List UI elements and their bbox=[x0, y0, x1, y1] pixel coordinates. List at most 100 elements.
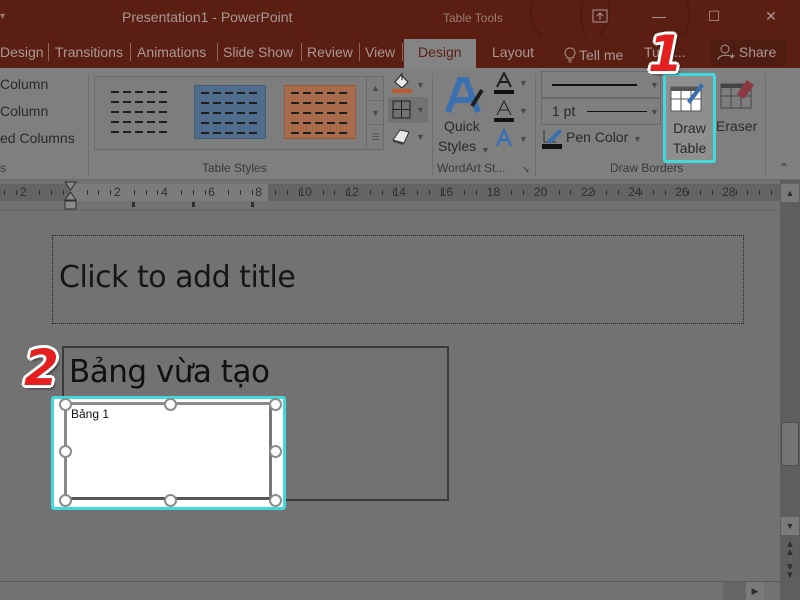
tab-separator bbox=[359, 43, 360, 61]
table-style-none[interactable] bbox=[105, 85, 177, 139]
ruler-label: 20 bbox=[533, 185, 548, 199]
eraser-icon bbox=[720, 80, 754, 109]
scroll-right-button[interactable]: ▶ bbox=[746, 582, 764, 600]
table-cell-text[interactable]: Bảng 1 bbox=[71, 407, 109, 421]
gallery-scroll-up-button[interactable]: ▲ bbox=[367, 76, 384, 101]
tab-stop-marker[interactable] bbox=[251, 202, 254, 207]
table-style-medium-accent2[interactable] bbox=[284, 85, 356, 139]
header-row-checkbox-label[interactable]: Column bbox=[0, 76, 48, 92]
quick-styles-button[interactable]: Quick Styles ▼ bbox=[438, 74, 490, 156]
table-style-medium-accent1[interactable] bbox=[194, 85, 266, 139]
table[interactable]: Bảng 1 bbox=[64, 402, 272, 500]
tab-view[interactable]: View bbox=[361, 41, 399, 68]
window-title: Presentation1 - PowerPoint bbox=[122, 9, 293, 25]
wordart-a-icon bbox=[445, 77, 484, 114]
resize-handle-right[interactable] bbox=[269, 445, 282, 458]
eraser-button[interactable]: Eraser bbox=[716, 76, 758, 136]
ruler-tick bbox=[428, 190, 430, 195]
tab-separator bbox=[217, 43, 218, 61]
tell-me-box[interactable]: Tell me bbox=[560, 41, 627, 68]
pen-weight-dropdown[interactable]: 1 pt ▼ bbox=[541, 98, 661, 125]
ruler-label: 12 bbox=[345, 185, 359, 199]
resize-handle-top-right[interactable] bbox=[269, 398, 282, 411]
tab-table-design[interactable]: Design bbox=[404, 39, 476, 68]
ruler-tick bbox=[275, 190, 277, 195]
dropdown-arrow-icon: ▼ bbox=[650, 107, 659, 117]
title-placeholder[interactable]: Click to add title bbox=[52, 235, 744, 324]
ruler-tick bbox=[145, 190, 147, 195]
gallery-more-button[interactable]: ☰ bbox=[367, 125, 384, 150]
resize-handle-top-left[interactable] bbox=[59, 398, 72, 411]
indent-marker-icon[interactable] bbox=[64, 181, 78, 211]
text-fill-button[interactable]: ▼ bbox=[493, 70, 528, 94]
tab-stop-marker[interactable] bbox=[132, 202, 135, 207]
ruler-tick bbox=[4, 190, 5, 195]
tab-table-layout[interactable]: Layout bbox=[488, 41, 538, 68]
tab-stop-marker[interactable] bbox=[192, 202, 195, 207]
table-selection-highlight[interactable]: Bảng 1 bbox=[51, 396, 286, 510]
borders-button[interactable]: ▼ bbox=[388, 97, 428, 123]
close-button[interactable]: ✕ bbox=[758, 4, 784, 28]
resize-handle-bottom-right[interactable] bbox=[269, 494, 282, 507]
resize-handle-bottom-left[interactable] bbox=[59, 494, 72, 507]
tab-separator bbox=[130, 43, 131, 61]
share-button[interactable]: Share bbox=[711, 39, 786, 66]
ruler-tick bbox=[759, 190, 761, 195]
tab-animations[interactable]: Animations bbox=[133, 41, 210, 68]
last-column-checkbox-label[interactable]: Column bbox=[0, 103, 48, 119]
ruler-label: 10 bbox=[298, 185, 312, 199]
ruler-tick bbox=[157, 190, 159, 195]
ruler-label: 26 bbox=[675, 185, 689, 199]
pen-color-button[interactable]: Pen Color ▼ bbox=[542, 128, 642, 152]
ruler-tick bbox=[334, 190, 336, 195]
tab-separator bbox=[48, 43, 49, 61]
scroll-down-button[interactable]: ▼ bbox=[781, 517, 799, 535]
text-outline-button[interactable]: ▼ bbox=[493, 99, 528, 122]
gallery-scrollbar: ▲ ▼ ☰ bbox=[366, 76, 384, 150]
ruler-tick bbox=[476, 190, 477, 195]
tab-design[interactable]: Design bbox=[0, 41, 48, 68]
text-effects-button[interactable]: ▼ bbox=[493, 126, 528, 150]
dialog-launcher-icon[interactable]: ↘ bbox=[522, 164, 530, 175]
tab-transitions[interactable]: Transitions bbox=[51, 41, 127, 68]
vertical-scrollbar[interactable] bbox=[780, 180, 800, 600]
maximize-button[interactable]: ☐ bbox=[701, 4, 727, 28]
ruler-tick bbox=[747, 190, 749, 195]
resize-handle-top[interactable] bbox=[164, 398, 177, 411]
quick-access-dropdown-icon[interactable]: ▾ bbox=[0, 11, 5, 22]
ruler-label: 2 bbox=[114, 185, 121, 199]
vertical-scroll-thumb[interactable] bbox=[781, 422, 799, 466]
tab-slide-show[interactable]: Slide Show bbox=[219, 41, 297, 68]
ruler-label: 24 bbox=[628, 185, 642, 199]
ruler-tick bbox=[570, 190, 572, 195]
resize-handle-left[interactable] bbox=[59, 445, 72, 458]
tab-review[interactable]: Review bbox=[303, 41, 357, 68]
draw-table-button[interactable]: Draw Table bbox=[663, 73, 716, 163]
ribbon: Column Column ed Columns s ▲ ▼ ☰ ▼ ▼ ▼ T… bbox=[0, 68, 800, 180]
chevron-up-icon[interactable]: ⌃ bbox=[779, 161, 789, 175]
text-effects-icon bbox=[495, 126, 513, 147]
ribbon-display-options-button[interactable] bbox=[587, 4, 613, 28]
resize-handle-bottom[interactable] bbox=[164, 494, 177, 507]
ruler-tick bbox=[771, 190, 772, 195]
quick-styles-label-line2: Styles bbox=[438, 138, 477, 154]
ruler-tick bbox=[641, 190, 643, 195]
banded-columns-checkbox-label[interactable]: ed Columns bbox=[0, 130, 75, 146]
ruler-tick bbox=[86, 190, 88, 195]
title-placeholder-text: Click to add title bbox=[59, 260, 296, 295]
dropdown-arrow-icon: ▼ bbox=[633, 134, 642, 144]
horizontal-scrollbar[interactable] bbox=[0, 581, 780, 600]
wordart-styles-group-label: WordArt St... bbox=[437, 161, 506, 175]
ruler-tick bbox=[228, 190, 230, 195]
tab-separator bbox=[301, 43, 302, 61]
ruler-tick bbox=[369, 190, 371, 195]
scroll-up-button[interactable]: ▲ bbox=[781, 184, 799, 202]
pen-style-dropdown[interactable]: ▼ bbox=[541, 71, 661, 98]
next-slide-button[interactable]: ▼ ▼ bbox=[781, 563, 799, 581]
effects-button[interactable]: ▼ bbox=[390, 126, 425, 151]
ruler-label: 8 bbox=[255, 185, 262, 199]
previous-slide-button[interactable]: ▲ ▲ bbox=[781, 540, 799, 558]
gallery-scroll-down-button[interactable]: ▼ bbox=[367, 101, 384, 126]
shading-button[interactable]: ▼ bbox=[390, 72, 425, 99]
draw-table-icon bbox=[670, 83, 704, 112]
